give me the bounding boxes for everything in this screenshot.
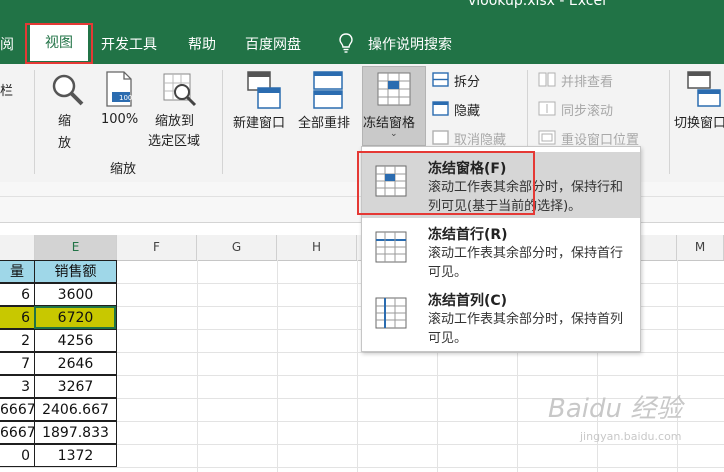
split-label: 拆分 xyxy=(454,75,481,90)
cell-d[interactable]: 0 xyxy=(0,444,35,467)
watermark-logo: Baidu 经验 xyxy=(548,394,683,424)
hide-label: 隐藏 xyxy=(454,104,481,119)
freeze-panes-button[interactable]: 冻结窗格 ⌄ xyxy=(362,66,426,146)
menu-highlight-frame xyxy=(357,151,535,215)
menu-item-freeze-first-column[interactable]: 冻结首列(C) 滚动工作表其余部分时，保持首列可见。 xyxy=(362,284,640,350)
cell-d-header[interactable]: 量 xyxy=(0,260,35,283)
watermark-url: jingyan.baidu.com xyxy=(580,430,682,443)
freeze-panes-label: 冻结窗格 xyxy=(363,116,416,131)
menu-item-description: 滚动工作表其余部分时，保持首行可见。 xyxy=(428,246,624,280)
cell-d[interactable]: 2 xyxy=(0,329,35,352)
new-window-icon xyxy=(247,71,281,109)
switch-windows-icon xyxy=(687,71,721,107)
column-header-g[interactable]: G xyxy=(197,235,277,260)
freeze-top-row-icon xyxy=(375,231,407,263)
chevron-down-icon: ⌄ xyxy=(390,129,398,139)
active-cell-border xyxy=(34,306,116,329)
gridline xyxy=(277,260,278,472)
page-100-icon xyxy=(106,71,132,107)
tab-baidu-netdisk[interactable]: 百度网盘 xyxy=(245,34,301,54)
cell-d[interactable]: 6667 xyxy=(0,398,36,421)
tab-help[interactable]: 帮助 xyxy=(188,34,216,54)
cell-e[interactable]: 1372 xyxy=(34,444,117,467)
zoom-selection-icon xyxy=(163,73,197,107)
reset-position-icon xyxy=(538,130,556,145)
menu-item-title: 冻结首行(R) xyxy=(428,227,508,243)
zoom-selection-label-2: 选定区域 xyxy=(148,134,201,149)
cell-d[interactable]: 6667 xyxy=(0,421,36,444)
tab-highlight-frame xyxy=(25,23,93,64)
hide-icon xyxy=(432,101,449,116)
menu-item-freeze-top-row[interactable]: 冻结首行(R) 滚动工作表其余部分时，保持首行可见。 xyxy=(362,218,640,284)
zoom-100-label: 100% xyxy=(101,112,139,127)
split-icon xyxy=(432,72,449,87)
cell-e[interactable]: 3267 xyxy=(34,375,117,398)
new-window-label: 新建窗口 xyxy=(233,116,286,131)
ribbon-separator xyxy=(34,70,35,174)
gridline xyxy=(197,260,198,472)
ribbon-partial-label: 栏 xyxy=(0,84,14,99)
cell-e-header[interactable]: 销售额 xyxy=(34,260,117,283)
cell-e[interactable]: 1897.833 xyxy=(34,421,117,444)
cell-d[interactable]: 3 xyxy=(0,375,35,398)
column-header-m[interactable]: M xyxy=(677,235,724,260)
tab-developer[interactable]: 开发工具 xyxy=(101,34,157,54)
side-by-side-label: 并排查看 xyxy=(561,75,614,90)
cell-e[interactable]: 3600 xyxy=(34,283,117,306)
cell-d[interactable]: 6 xyxy=(0,283,35,306)
zoom-label-1: 缩 xyxy=(58,114,72,129)
zoom-group-label: 缩放 xyxy=(110,162,137,177)
cell-d[interactable]: 6 xyxy=(0,306,35,329)
gridline xyxy=(0,467,724,468)
zoom-100-badge: 100 xyxy=(119,94,133,102)
switch-windows-label: 切换窗口 xyxy=(674,116,724,131)
menu-item-title: 冻结首列(C) xyxy=(428,293,508,309)
ribbon-separator xyxy=(669,70,670,174)
arrange-all-icon xyxy=(313,71,343,109)
ribbon-separator xyxy=(222,70,223,174)
column-header-f[interactable]: F xyxy=(117,235,197,260)
zoom-label-2: 放 xyxy=(58,136,72,151)
tell-me-search[interactable]: 操作说明搜索 xyxy=(368,34,452,54)
magnifier-icon xyxy=(52,74,84,106)
freeze-panes-icon xyxy=(377,72,411,106)
cell-e[interactable]: 2646 xyxy=(34,352,117,375)
column-header-e[interactable]: E xyxy=(35,235,117,260)
unhide-icon xyxy=(432,130,449,145)
sync-scroll-icon xyxy=(538,101,556,116)
side-by-side-icon xyxy=(538,72,556,87)
title-bar: vlookup.xlsx - Excel 阅 视图 开发工具 帮助 百度网盘 操… xyxy=(0,0,724,64)
cell-d[interactable]: 7 xyxy=(0,352,35,375)
sync-scroll-label: 同步滚动 xyxy=(561,104,614,119)
zoom-selection-label-1: 缩放到 xyxy=(155,114,195,129)
tab-review[interactable]: 阅 xyxy=(0,34,14,54)
cell-e[interactable]: 4256 xyxy=(34,329,117,352)
lightbulb-icon xyxy=(339,33,353,53)
gridline xyxy=(357,260,358,472)
window-title: vlookup.xlsx - Excel xyxy=(468,0,606,9)
column-header-h[interactable]: H xyxy=(277,235,357,260)
cell-e[interactable]: 2406.667 xyxy=(34,398,117,421)
column-header-d[interactable] xyxy=(0,235,35,260)
freeze-first-column-icon xyxy=(375,297,407,329)
menu-item-description: 滚动工作表其余部分时，保持首列可见。 xyxy=(428,312,624,346)
arrange-all-label: 全部重排 xyxy=(298,116,351,131)
